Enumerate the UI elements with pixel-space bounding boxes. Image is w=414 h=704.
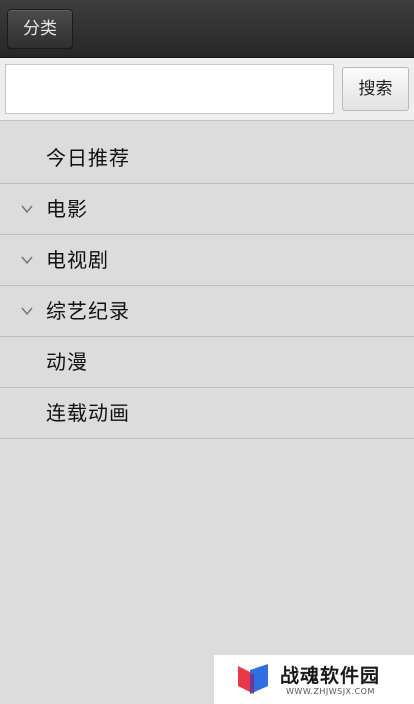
category-label: 动漫	[46, 350, 88, 374]
category-label: 电视剧	[46, 248, 109, 272]
watermark: 战魂软件园 WWW.ZHJWSJX.COM	[214, 655, 414, 704]
search-button[interactable]: 搜索	[342, 67, 409, 111]
category-item-serial-animation[interactable]: 连载动画	[0, 388, 414, 439]
chevron-down-icon	[21, 256, 33, 265]
chevron-down-icon	[21, 307, 33, 316]
watermark-url: WWW.ZHJWSJX.COM	[286, 687, 375, 696]
category-item-today-recommend[interactable]: 今日推荐	[0, 133, 414, 184]
chevron-down-icon	[21, 205, 33, 214]
category-label: 综艺纪录	[46, 299, 130, 323]
category-item-tv-series[interactable]: 电视剧	[0, 235, 414, 286]
search-input[interactable]	[5, 64, 334, 114]
category-label: 今日推荐	[46, 146, 130, 170]
zhanhun-logo-icon	[238, 664, 268, 694]
category-button[interactable]: 分类	[7, 9, 73, 49]
category-label: 电影	[46, 197, 88, 221]
category-item-movies[interactable]: 电影	[0, 184, 414, 235]
watermark-title: 战魂软件园	[280, 665, 381, 687]
search-bar: 搜索	[0, 58, 414, 121]
category-list: 今日推荐 电影 电视剧 综艺纪录 动漫 连载动画	[0, 133, 414, 439]
top-bar: 分类	[0, 0, 414, 58]
category-item-variety-documentary[interactable]: 综艺纪录	[0, 286, 414, 337]
category-label: 连载动画	[46, 401, 130, 425]
category-item-anime[interactable]: 动漫	[0, 337, 414, 388]
